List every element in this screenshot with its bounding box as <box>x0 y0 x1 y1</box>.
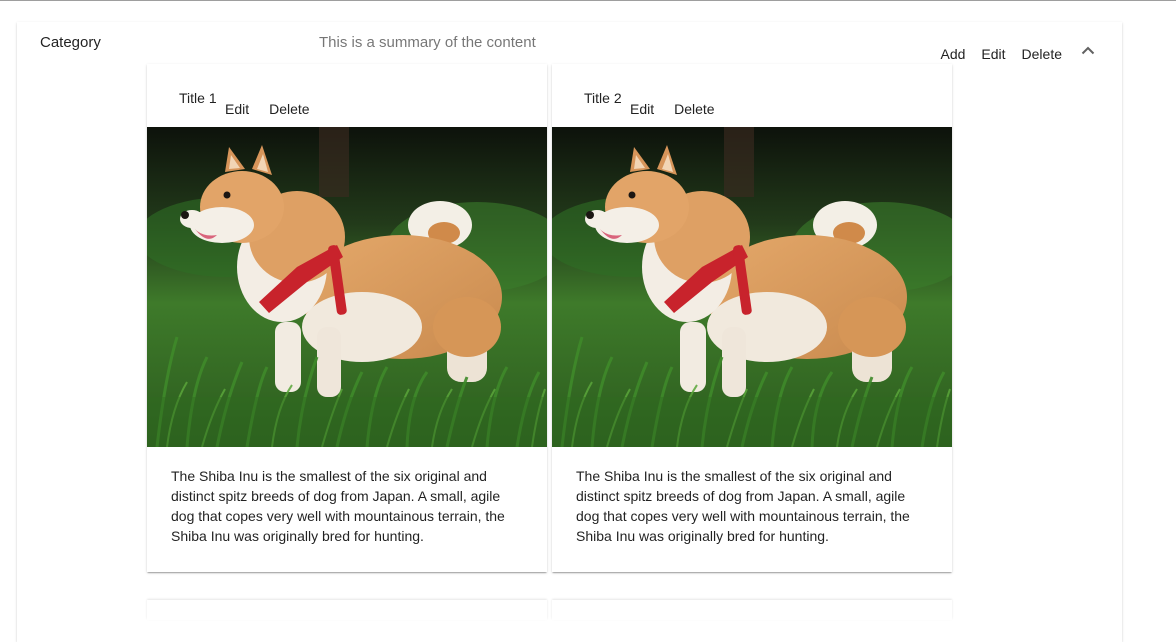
card-4-partial <box>552 600 952 620</box>
panel-category-label: Category <box>40 34 101 51</box>
card-3-partial <box>147 600 547 620</box>
card-2: Title 2 Edit Delete The Shiba Inu is the… <box>552 64 952 572</box>
card-header: Title 1 Edit Delete <box>147 64 547 127</box>
card-actions: Edit Delete <box>221 95 314 123</box>
card-header: Title 2 Edit Delete <box>552 64 952 127</box>
panel-actions: Add Edit Delete <box>936 40 1100 68</box>
card-description: The Shiba Inu is the smallest of the six… <box>576 468 910 544</box>
card-actions: Edit Delete <box>626 95 719 123</box>
card-1: Title 1 Edit Delete The Shiba Inu is the… <box>147 64 547 572</box>
top-divider <box>0 0 1176 1</box>
card-title: Title 2 <box>584 90 622 106</box>
card-edit-button[interactable]: Edit <box>626 95 658 123</box>
panel-summary-text: This is a summary of the content <box>319 34 536 51</box>
shiba-inu-image <box>147 127 547 447</box>
chevron-up-icon[interactable] <box>1076 38 1100 62</box>
card-description: The Shiba Inu is the smallest of the six… <box>171 468 505 544</box>
delete-button[interactable]: Delete <box>1018 40 1066 68</box>
card-delete-button[interactable]: Delete <box>670 95 718 123</box>
shiba-inu-image <box>552 127 952 447</box>
card-title: Title 1 <box>179 90 217 106</box>
card-delete-button[interactable]: Delete <box>265 95 313 123</box>
card-edit-button[interactable]: Edit <box>221 95 253 123</box>
edit-button[interactable]: Edit <box>977 40 1009 68</box>
